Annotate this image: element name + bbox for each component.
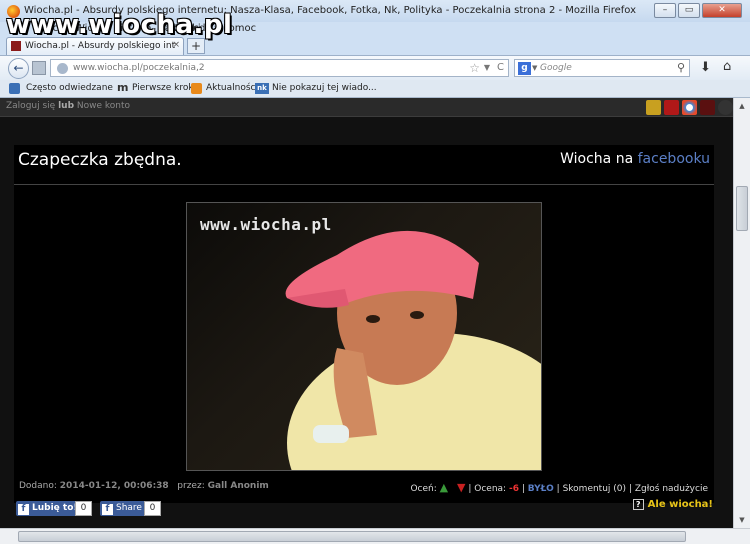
share-count: 0 bbox=[144, 501, 161, 516]
pencil-icon[interactable] bbox=[646, 100, 661, 115]
report-link[interactable]: Zgłoś nadużycie bbox=[635, 484, 708, 494]
ale-wiocha-label: Ale wiocha! bbox=[647, 499, 713, 510]
pink-cap-shape bbox=[285, 230, 479, 305]
new-tab-button[interactable]: + bbox=[187, 38, 205, 54]
window-controls: – ▭ ✕ bbox=[654, 3, 742, 18]
vertical-scrollbar[interactable]: ▲ ▼ bbox=[733, 98, 750, 528]
google-icon[interactable]: g bbox=[518, 62, 531, 75]
close-button[interactable]: ✕ bbox=[702, 3, 742, 18]
like-button[interactable]: f Lubię to! bbox=[16, 501, 82, 516]
bookmark-star-icon bbox=[9, 83, 20, 94]
login-separator: lub bbox=[58, 101, 75, 111]
social-bar: f Lubię to! 0 f Share 0 ? Ale wiocha! bbox=[0, 498, 733, 528]
url-host: www.wiocha.pl bbox=[73, 63, 140, 73]
m-logo-icon: m bbox=[117, 81, 129, 94]
post-meta: Dodano: 2014-01-12, 00:06:38 przez: Gall… bbox=[19, 481, 269, 491]
downloads-icon[interactable]: ⬇ bbox=[700, 60, 711, 75]
white-watch-shape bbox=[313, 425, 349, 443]
rss-icon bbox=[191, 83, 202, 94]
site-top-bar: Zaloguj się lub Nowe konto bbox=[0, 98, 733, 117]
navigation-bar: ← www.wiocha.pl/poczekalnia,2 ☆ ▼ C g ▼ … bbox=[0, 55, 750, 80]
scroll-down-icon[interactable]: ▼ bbox=[734, 512, 750, 528]
search-engine-dropdown-icon[interactable]: ▼ bbox=[532, 64, 537, 72]
url-text[interactable]: www.wiocha.pl/poczekalnia,2 bbox=[73, 63, 205, 73]
reload-icon[interactable]: C bbox=[497, 62, 504, 73]
horizontal-scrollbar-thumb[interactable] bbox=[18, 531, 686, 542]
login-link[interactable]: Zaloguj się bbox=[6, 101, 55, 111]
rating-bar: Oceń: ▲ ▼ | Ocena: -6 | BYŁO | Skomentuj… bbox=[410, 481, 708, 494]
post-title[interactable]: Czapeczka zbędna. bbox=[18, 150, 182, 170]
bookmark-first-steps[interactable]: Pierwsze kroki bbox=[132, 83, 196, 93]
facebook-icon: f bbox=[102, 504, 113, 515]
facebook-icon: f bbox=[18, 504, 29, 515]
like-count: 0 bbox=[75, 501, 92, 516]
by-label: przez: bbox=[177, 481, 205, 491]
search-box[interactable]: g ▼ Google ⚲ bbox=[514, 59, 690, 77]
share-label: Share bbox=[116, 503, 142, 513]
added-label: Dodano: bbox=[19, 481, 57, 491]
search-icon[interactable]: ⚲ bbox=[677, 61, 685, 74]
back-button[interactable]: ← bbox=[8, 58, 29, 79]
nk-icon: nk bbox=[255, 83, 269, 94]
bookmark-dont-show[interactable]: Nie pokazuj tej wiado... bbox=[272, 83, 377, 93]
facebook-promo: Wiocha na facebooku bbox=[560, 151, 710, 167]
login-links: Zaloguj się lub Nowe konto bbox=[6, 101, 130, 111]
youtube-icon[interactable] bbox=[664, 100, 679, 115]
left-eye-shape bbox=[366, 315, 380, 323]
facebook-promo-prefix: Wiocha na bbox=[560, 151, 634, 167]
url-dropdown-icon[interactable]: ▼ bbox=[484, 63, 490, 72]
rating-separator: | bbox=[468, 484, 472, 494]
tab-close-icon[interactable]: × bbox=[172, 40, 180, 50]
minimize-button[interactable]: – bbox=[654, 3, 676, 18]
site-identity-icon[interactable] bbox=[32, 61, 46, 75]
register-link[interactable]: Nowe konto bbox=[77, 101, 130, 111]
facebook-link[interactable]: facebooku bbox=[638, 151, 710, 167]
post-container: Czapeczka zbędna. Wiocha na facebooku ww… bbox=[14, 145, 714, 503]
search-input[interactable]: Google bbox=[540, 63, 572, 73]
top-icons bbox=[646, 100, 733, 115]
url-bar[interactable]: www.wiocha.pl/poczekalnia,2 ☆ ▼ C bbox=[50, 59, 509, 77]
scroll-up-icon[interactable]: ▲ bbox=[734, 98, 750, 114]
thumb-down-icon[interactable]: ▼ bbox=[457, 481, 465, 494]
bylo-link[interactable]: BYŁO bbox=[528, 484, 554, 494]
comment-link[interactable]: Skomentuj (0) bbox=[563, 484, 626, 494]
help-icon[interactable]: ? bbox=[632, 499, 644, 510]
bookmarks-bar: Często odwiedzane m Pierwsze kroki Aktua… bbox=[0, 80, 750, 98]
share-button[interactable]: f Share bbox=[100, 501, 146, 516]
bookmark-news[interactable]: Aktualności bbox=[206, 83, 258, 93]
thumb-up-icon[interactable]: ▲ bbox=[440, 481, 448, 494]
rating-separator: | bbox=[556, 484, 560, 494]
divider bbox=[14, 184, 714, 185]
rating-separator: | bbox=[521, 484, 525, 494]
trident-icon[interactable] bbox=[700, 100, 715, 115]
rating-separator: | bbox=[628, 484, 632, 494]
home-icon[interactable]: ⌂ bbox=[723, 59, 731, 74]
post-image[interactable]: www.wiocha.pl bbox=[186, 202, 542, 471]
tab-label: Wiocha.pl - Absurdy polskiego internetu.… bbox=[25, 41, 175, 51]
url-path: /poczekalnia,2 bbox=[139, 63, 205, 73]
rating-label: Ocena: bbox=[474, 484, 507, 494]
rate-label: Oceń: bbox=[410, 484, 437, 494]
page-content: Zaloguj się lub Nowe konto Czapeczka zbę… bbox=[0, 98, 733, 528]
photo-illustration bbox=[285, 230, 541, 470]
watermark-logo: www.wiocha.pl bbox=[6, 10, 233, 40]
rating-value: -6 bbox=[508, 484, 519, 494]
right-eye-shape bbox=[410, 311, 424, 319]
scrollbar-thumb[interactable] bbox=[736, 186, 748, 231]
chrome-icon[interactable] bbox=[682, 100, 697, 115]
maximize-button[interactable]: ▭ bbox=[678, 3, 700, 18]
bookmark-star-icon[interactable]: ☆ bbox=[469, 61, 480, 75]
wiocha-favicon-icon bbox=[11, 41, 21, 51]
like-label: Lubię to! bbox=[32, 503, 78, 513]
ale-wiocha-link[interactable]: ? Ale wiocha! bbox=[632, 499, 713, 510]
browser-window: www.wiocha.pl Wiocha.pl - Absurdy polski… bbox=[0, 0, 750, 544]
bookmark-often-visited[interactable]: Często odwiedzane bbox=[26, 83, 113, 93]
added-date: 2014-01-12, 00:06:38 bbox=[59, 481, 169, 491]
horizontal-scrollbar[interactable] bbox=[0, 528, 750, 544]
globe-icon bbox=[57, 63, 68, 74]
settings-icon[interactable] bbox=[718, 100, 733, 115]
photo-watermark: www.wiocha.pl bbox=[200, 215, 332, 234]
author-link[interactable]: Gall Anonim bbox=[208, 481, 269, 491]
